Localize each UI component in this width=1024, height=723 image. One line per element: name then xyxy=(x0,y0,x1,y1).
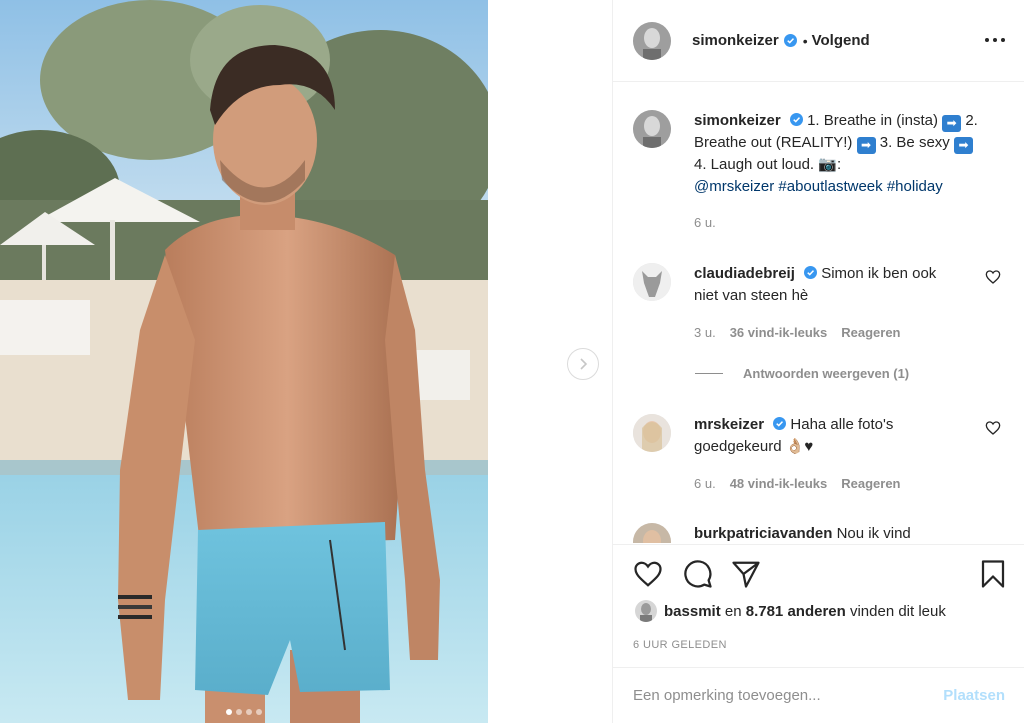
liked-by-summary: bassmit en 8.781 anderen vinden dit leuk xyxy=(635,600,946,622)
verified-badge-icon xyxy=(783,34,797,47)
bookmark-icon[interactable] xyxy=(978,559,1008,589)
liker-username[interactable]: bassmit xyxy=(664,603,721,620)
author-avatar[interactable] xyxy=(633,21,671,60)
carousel-dot xyxy=(226,709,232,715)
post-header: simonkeizer • Volgend xyxy=(613,0,1024,82)
carousel-dot xyxy=(236,709,242,715)
comment-input[interactable] xyxy=(633,687,923,704)
liker-avatar[interactable] xyxy=(635,600,657,622)
right-arrow-emoji-icon: ➡ xyxy=(953,137,973,154)
right-arrow-emoji-icon: ➡ xyxy=(856,137,876,154)
likes-count[interactable]: 8.781 anderen xyxy=(746,603,846,620)
chevron-right-icon xyxy=(580,358,588,370)
author-avatar[interactable] xyxy=(633,110,671,148)
commenter-avatar[interactable] xyxy=(633,414,671,452)
caption-meta: 6 u. xyxy=(694,212,984,234)
post-actions-bar xyxy=(613,544,1024,604)
comment-text: Nou ik vind xyxy=(836,525,911,542)
comment-meta: 3 u. 36 vind-ik-leuks Reageren xyxy=(694,322,964,344)
share-icon[interactable] xyxy=(731,559,761,589)
caption-row: simonkeizer 1. Breathe in (insta) ➡ 2. B… xyxy=(633,110,1005,234)
caption-text-4: 4. Laugh out loud. xyxy=(694,156,815,173)
replies-divider xyxy=(695,373,723,374)
comment-meta: 6 u. 48 vind-ik-leuks Reageren xyxy=(694,473,964,495)
comment-username[interactable]: mrskeizer xyxy=(694,416,764,433)
comment-heart-icon[interactable] xyxy=(985,420,1001,436)
verified-badge-icon xyxy=(804,266,818,279)
post-timestamp[interactable]: 6 UUR GELEDEN xyxy=(633,639,727,651)
comment-username[interactable]: claudiadebreij xyxy=(694,265,795,282)
commenter-avatar[interactable] xyxy=(633,263,671,301)
comment-row: mrskeizer Haha alle foto's goedgekeurd 👌… xyxy=(633,414,1005,495)
caption-text-3: 3. Be sexy xyxy=(879,134,950,151)
next-image-button[interactable] xyxy=(567,348,599,380)
post-photo xyxy=(0,0,488,723)
caption-text-1: 1. Breathe in (insta) xyxy=(807,112,938,129)
more-options-icon[interactable] xyxy=(985,32,1005,48)
add-comment-form: Plaatsen xyxy=(613,667,1024,723)
caption-username[interactable]: simonkeizer xyxy=(694,112,781,129)
right-arrow-emoji-icon: ➡ xyxy=(942,115,962,132)
hashtag-link[interactable]: #holiday xyxy=(887,178,943,195)
comment-likes[interactable]: 48 vind-ik-leuks xyxy=(730,473,828,495)
comment-row: burkpatriciavanden Nou ik vind xyxy=(633,523,1005,543)
comment-heart-icon[interactable] xyxy=(985,269,1001,285)
view-replies-button[interactable]: Antwoorden weergeven (1) xyxy=(695,366,909,381)
comments-list: simonkeizer 1. Breathe in (insta) ➡ 2. B… xyxy=(613,83,1024,543)
verified-badge-icon xyxy=(773,417,787,430)
carousel-indicator xyxy=(0,709,488,715)
post-side-panel: simonkeizer • Volgend simonkeizer 1. Bre… xyxy=(612,0,1024,723)
comment-age[interactable]: 3 u. xyxy=(694,322,716,344)
post-image[interactable] xyxy=(0,0,488,723)
view-replies-label: Antwoorden weergeven (1) xyxy=(743,366,910,381)
carousel-dot xyxy=(246,709,252,715)
liked-by-suffix: vinden dit leuk xyxy=(845,602,946,620)
camera-emoji: 📷: xyxy=(818,156,842,173)
author-username[interactable]: simonkeizer xyxy=(692,32,779,49)
reply-button[interactable]: Reageren xyxy=(841,322,900,344)
carousel-dot xyxy=(256,709,262,715)
comment-icon[interactable] xyxy=(683,559,713,589)
verified-badge-icon xyxy=(789,113,803,126)
comment-age[interactable]: 6 u. xyxy=(694,473,716,495)
separator-dot: • xyxy=(802,32,808,49)
comment-row: claudiadebreij Simon ik ben ook niet van… xyxy=(633,263,1005,344)
comment-likes[interactable]: 36 vind-ik-leuks xyxy=(730,322,828,344)
liked-by-connector: en xyxy=(720,602,746,620)
caption-age[interactable]: 6 u. xyxy=(694,212,716,234)
mention-link[interactable]: @mrskeizer xyxy=(694,178,774,195)
reply-button[interactable]: Reageren xyxy=(841,473,900,495)
hashtag-link[interactable]: #aboutlastweek xyxy=(778,178,882,195)
heart-icon[interactable] xyxy=(633,559,663,589)
comment-emoji: 👌🏼♥ xyxy=(785,438,814,455)
post-comment-button[interactable]: Plaatsen xyxy=(943,687,1005,704)
comment-username[interactable]: burkpatriciavanden xyxy=(694,525,832,542)
follow-button[interactable]: Volgend xyxy=(812,32,870,49)
commenter-avatar[interactable] xyxy=(633,523,671,543)
